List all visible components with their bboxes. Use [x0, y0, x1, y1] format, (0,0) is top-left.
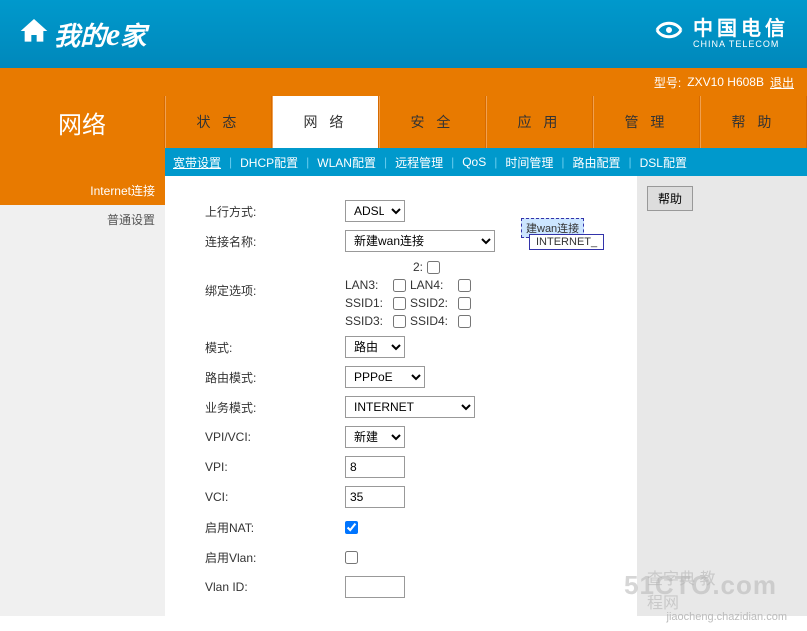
- nav-row: 网络 状 态 网 络 安 全 应 用 管 理 帮 助: [0, 96, 807, 148]
- bind-ssid4-checkbox[interactable]: [458, 315, 471, 328]
- subnav-broadband[interactable]: 宽带设置: [165, 154, 229, 171]
- vci-input[interactable]: [345, 486, 405, 508]
- bind-lan4-label: LAN4:: [410, 278, 454, 292]
- bind-ssid1-label: SSID1:: [345, 296, 389, 310]
- tab-management[interactable]: 管 理: [593, 96, 700, 148]
- house-icon: [18, 15, 50, 54]
- logo-text-2: 家: [120, 16, 146, 53]
- tab-status[interactable]: 状 态: [165, 96, 272, 148]
- tab-help[interactable]: 帮 助: [700, 96, 807, 148]
- help-button[interactable]: 帮助: [647, 186, 693, 211]
- bind-lan4-checkbox[interactable]: [458, 279, 471, 292]
- china-telecom-icon: [651, 12, 687, 56]
- bind-ssid3-label: SSID3:: [345, 314, 389, 328]
- subnav-wlan[interactable]: WLAN配置: [309, 154, 384, 171]
- vlan-checkbox[interactable]: [345, 551, 358, 564]
- logo-right: 中国电信 CHINA TELECOM: [651, 12, 789, 56]
- subnav-remote[interactable]: 远程管理: [387, 154, 451, 171]
- bind-ssid3-checkbox[interactable]: [393, 315, 406, 328]
- sidebar-item-general[interactable]: 普通设置: [0, 205, 165, 234]
- mode-select[interactable]: 路由: [345, 336, 405, 358]
- service-mode-select[interactable]: INTERNET: [345, 396, 475, 418]
- tab-security[interactable]: 安 全: [379, 96, 486, 148]
- conn-name-label: 连接名称:: [205, 233, 345, 250]
- nat-label: 启用NAT:: [205, 519, 345, 536]
- bind-l2-label: 2:: [345, 260, 423, 274]
- bind-l2-checkbox[interactable]: [427, 261, 440, 274]
- subnav-dhcp[interactable]: DHCP配置: [232, 154, 306, 171]
- watermark-chazidian-url: jiaocheng.chazidian.com: [667, 611, 787, 623]
- model-value: ZXV10 H608B: [687, 75, 764, 89]
- bind-ssid1-checkbox[interactable]: [393, 297, 406, 310]
- conn-name-select[interactable]: 新建wan连接: [345, 230, 495, 252]
- bind-lan3-checkbox[interactable]: [393, 279, 406, 292]
- bind-label: 绑定选项:: [205, 282, 345, 299]
- main-tabs: 状 态 网 络 安 全 应 用 管 理 帮 助: [165, 96, 807, 148]
- dropdown-option[interactable]: INTERNET_: [529, 234, 604, 250]
- vlanid-label: Vlan ID:: [205, 580, 345, 594]
- bind-ssid4-label: SSID4:: [410, 314, 454, 328]
- bind-lan3-label: LAN3:: [345, 278, 389, 292]
- service-mode-label: 业务模式:: [205, 399, 345, 416]
- vpivci-label: VPI/VCI:: [205, 430, 345, 444]
- subnav: 宽带设置| DHCP配置| WLAN配置| 远程管理| QoS| 时间管理| 路…: [165, 148, 807, 176]
- route-mode-select[interactable]: PPPoE: [345, 366, 425, 388]
- telecom-en: CHINA TELECOM: [693, 40, 789, 50]
- header: 我的 e 家 中国电信 CHINA TELECOM: [0, 0, 807, 68]
- bind-ssid2-label: SSID2:: [410, 296, 454, 310]
- watermark-51cto: 51CTO.com: [624, 570, 777, 601]
- tab-network[interactable]: 网 络: [272, 96, 379, 148]
- sidebar-item-internet[interactable]: Internet连接: [0, 176, 165, 205]
- telecom-cn: 中国电信: [693, 18, 789, 40]
- bind-ssid2-checkbox[interactable]: [458, 297, 471, 310]
- subnav-left-spacer: [0, 148, 165, 176]
- vpivci-select[interactable]: 新建: [345, 426, 405, 448]
- subnav-route[interactable]: 路由配置: [565, 154, 629, 171]
- logo-text-1: 我的: [54, 16, 106, 53]
- sidebar: Internet连接 普通设置: [0, 176, 165, 616]
- logo-left: 我的 e 家: [18, 15, 146, 54]
- vpi-input[interactable]: [345, 456, 405, 478]
- vpi-label: VPI:: [205, 460, 345, 474]
- uplink-select[interactable]: ADSL: [345, 200, 405, 222]
- main: Internet连接 普通设置 上行方式: ADSL 连接名称: 新建wan连接…: [0, 176, 807, 616]
- mode-label: 模式:: [205, 339, 345, 356]
- topbar: 型号: ZXV10 H608B 退出: [0, 68, 807, 96]
- right-column: 帮助 51CTO.com 查字典 教程网 jiaocheng.chazidian…: [637, 176, 807, 616]
- vlan-label: 启用Vlan:: [205, 549, 345, 566]
- subnav-row: 宽带设置| DHCP配置| WLAN配置| 远程管理| QoS| 时间管理| 路…: [0, 148, 807, 176]
- content: 上行方式: ADSL 连接名称: 新建wan连接 建wan连接 INTERNET…: [165, 176, 807, 616]
- route-mode-label: 路由模式:: [205, 369, 345, 386]
- tab-application[interactable]: 应 用: [486, 96, 593, 148]
- form-area: 上行方式: ADSL 连接名称: 新建wan连接 建wan连接 INTERNET…: [165, 176, 637, 616]
- section-title: 网络: [0, 96, 165, 148]
- watermark-chazidian-cn: 查字典 教程网: [647, 565, 717, 613]
- subnav-qos[interactable]: QoS: [454, 155, 494, 169]
- logo-e: e: [106, 16, 120, 53]
- nat-checkbox[interactable]: [345, 521, 358, 534]
- logout-link[interactable]: 退出: [770, 74, 794, 91]
- uplink-label: 上行方式:: [205, 203, 345, 220]
- vci-label: VCI:: [205, 490, 345, 504]
- model-label: 型号:: [654, 74, 681, 91]
- subnav-time[interactable]: 时间管理: [497, 154, 561, 171]
- binding-group: 2: LAN3: LAN4: SSID1: SSID2: SSID3: SSID…: [345, 260, 471, 328]
- subnav-dsl[interactable]: DSL配置: [632, 154, 695, 171]
